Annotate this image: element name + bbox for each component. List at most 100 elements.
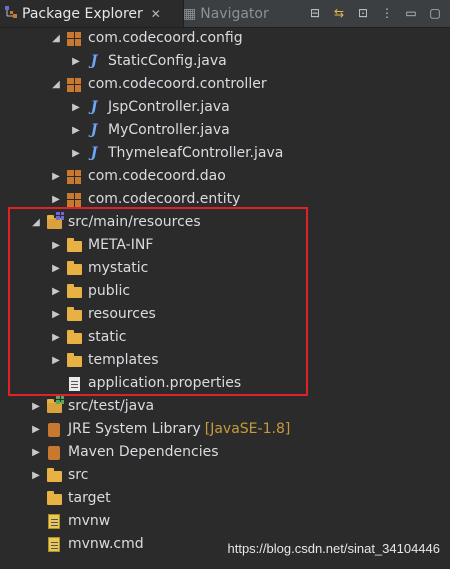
tree-item-label: mystatic <box>88 260 149 276</box>
tab-package-explorer[interactable]: Package Explorer ✕ <box>0 0 184 27</box>
library-jar-icon <box>46 422 62 438</box>
library-jar-icon <box>46 445 62 461</box>
expand-arrow-icon[interactable]: ▶ <box>30 418 42 441</box>
tree-item[interactable]: ▶ src/test/java <box>30 395 154 418</box>
tab-navigator[interactable]: ▦ Navigator <box>183 0 269 27</box>
focus-icon[interactable]: ⊡ <box>354 4 372 22</box>
collapse-arrow-icon[interactable]: ◢ <box>50 27 62 50</box>
tree-item-label: templates <box>88 352 159 368</box>
tree-item[interactable]: application.properties <box>50 372 241 395</box>
watermark-text: https://blog.csdn.net/sinat_34104446 <box>227 541 441 556</box>
folder-icon <box>66 307 82 323</box>
view-toolbar: ⊟ ⇆ ⊡ ⋮ ▭ ▢ <box>306 4 444 22</box>
view-menu-icon[interactable]: ⋮ <box>378 4 396 22</box>
maximize-icon[interactable]: ▢ <box>426 4 444 22</box>
view-tab-bar: Package Explorer ✕ ▦ Navigator ⊟ ⇆ ⊡ ⋮ ▭… <box>0 0 450 28</box>
tree-item[interactable]: ◢ src/main/resources <box>30 211 201 234</box>
tree-item[interactable]: ◢ com.codecoord.config <box>50 27 243 50</box>
tree-item-label: public <box>88 283 131 299</box>
tree-item-label: src/main/resources <box>68 214 201 230</box>
tree-item[interactable]: ▶ J JspController.java <box>70 96 230 119</box>
tree-item[interactable]: ▶ src <box>30 464 88 487</box>
tree-item[interactable]: mvnw.cmd <box>30 533 144 556</box>
tree-item-label: src <box>68 467 89 483</box>
tree-item[interactable]: ▶ J ThymeleafController.java <box>70 142 283 165</box>
tree-item-label: src/test/java <box>68 398 155 414</box>
tree-item[interactable]: ▶ com.codecoord.dao <box>50 165 226 188</box>
expand-arrow-icon[interactable]: ▶ <box>70 142 82 165</box>
expand-arrow-icon[interactable]: ▶ <box>70 119 82 142</box>
java-file-icon: J <box>90 99 98 115</box>
tree-item[interactable]: target <box>30 487 111 510</box>
tree-item-label: JspController.java <box>108 99 230 115</box>
expand-arrow-icon[interactable]: ▶ <box>30 395 42 418</box>
tree-item[interactable]: ▶ public <box>50 280 130 303</box>
package-icon <box>66 169 82 185</box>
tab-label: Navigator <box>200 5 269 22</box>
tree-item[interactable]: ▶ resources <box>50 303 156 326</box>
tree-item[interactable]: ▶ J StaticConfig.java <box>70 50 227 73</box>
source-folder-icon <box>46 211 64 231</box>
tree-item[interactable]: ▶ templates <box>50 349 159 372</box>
folder-icon <box>66 284 82 300</box>
tree-item[interactable]: mvnw <box>30 510 110 533</box>
expand-arrow-icon[interactable]: ▶ <box>50 326 62 349</box>
text-file-icon <box>46 537 62 553</box>
folder-icon <box>66 353 82 369</box>
tree-item-label: StaticConfig.java <box>108 53 227 69</box>
folder-icon <box>66 330 82 346</box>
package-explorer-icon <box>4 5 18 23</box>
minimize-icon[interactable]: ▭ <box>402 4 420 22</box>
expand-arrow-icon[interactable]: ▶ <box>50 349 62 372</box>
java-file-icon: J <box>90 53 98 69</box>
expand-arrow-icon[interactable]: ▶ <box>50 257 62 280</box>
package-icon <box>66 31 82 47</box>
expand-arrow-icon[interactable]: ▶ <box>30 441 42 464</box>
tree-item-label: mvnw.cmd <box>68 536 144 552</box>
collapse-all-icon[interactable]: ⊟ <box>306 4 324 22</box>
folder-icon <box>66 238 82 254</box>
expand-arrow-icon[interactable]: ▶ <box>50 234 62 257</box>
collapse-arrow-icon[interactable]: ◢ <box>30 211 42 234</box>
tree-item[interactable]: ▶ static <box>50 326 126 349</box>
tree-item-label: application.properties <box>88 375 242 391</box>
expand-arrow-icon[interactable]: ▶ <box>50 303 62 326</box>
tree-item[interactable]: ▶ Maven Dependencies <box>30 441 219 464</box>
tree-item-label: resources <box>88 306 156 322</box>
text-file-icon <box>46 514 62 530</box>
tree-item[interactable]: ◢ com.codecoord.controller <box>50 73 267 96</box>
tree-item-label: META-INF <box>88 237 154 253</box>
tree-item-label: com.codecoord.config <box>88 30 243 46</box>
tree-item[interactable]: ▶ META-INF <box>50 234 153 257</box>
tree-item[interactable]: ▶ mystatic <box>50 257 148 280</box>
tree-item-label: ThymeleafController.java <box>108 145 284 161</box>
expand-arrow-icon[interactable]: ▶ <box>50 188 62 211</box>
package-icon <box>66 192 82 208</box>
folder-icon <box>66 261 82 277</box>
folder-icon <box>46 468 62 484</box>
tree-item-label: mvnw <box>68 513 111 529</box>
tree-item-label: com.codecoord.dao <box>88 168 226 184</box>
tree-item-label: com.codecoord.entity <box>88 191 241 207</box>
expand-arrow-icon[interactable]: ▶ <box>50 280 62 303</box>
tree-item[interactable]: ▶ com.codecoord.entity <box>50 188 240 211</box>
java-file-icon: J <box>90 145 98 161</box>
navigator-icon: ▦ <box>183 5 197 22</box>
tree-item-label: Maven Dependencies <box>68 444 219 460</box>
collapse-arrow-icon[interactable]: ◢ <box>50 73 62 96</box>
library-version-label: [JavaSE-1.8] <box>204 421 291 437</box>
source-folder-icon <box>46 395 64 415</box>
tree-item[interactable]: ▶ J MyController.java <box>70 119 230 142</box>
expand-arrow-icon[interactable]: ▶ <box>70 96 82 119</box>
package-icon <box>66 77 82 93</box>
tree-item[interactable]: ▶ JRE System Library [JavaSE-1.8] <box>30 418 290 441</box>
expand-arrow-icon[interactable]: ▶ <box>70 50 82 73</box>
tree-item-label: target <box>68 490 111 506</box>
properties-file-icon <box>66 376 82 392</box>
expand-arrow-icon[interactable]: ▶ <box>50 165 62 188</box>
link-with-editor-icon[interactable]: ⇆ <box>330 4 348 22</box>
expand-arrow-icon[interactable]: ▶ <box>30 464 42 487</box>
close-icon[interactable]: ✕ <box>151 7 161 21</box>
tree-item-label: com.codecoord.controller <box>88 76 267 92</box>
tree-item-label: MyController.java <box>108 122 230 138</box>
